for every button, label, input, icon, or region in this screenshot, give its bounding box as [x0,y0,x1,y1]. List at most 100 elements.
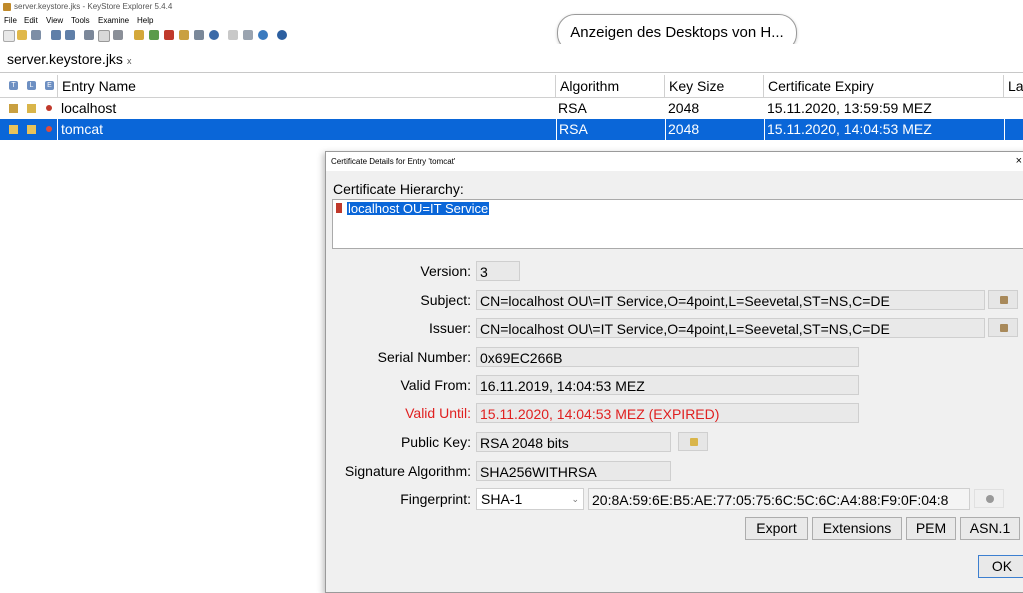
menu-edit[interactable]: Edit [24,16,38,25]
redo-icon[interactable] [65,30,75,40]
hierarchy-item-localhost[interactable]: localhost OU=IT Service [347,202,490,215]
certificate-details-dialog: Certificate Details for Entry 'tomcat' ×… [325,151,1023,593]
asn1-button[interactable]: ASN.1 [960,517,1020,540]
expiry-status-column-icon[interactable]: E [45,81,54,90]
set-password-icon[interactable] [194,30,204,40]
entry-type-column-icon[interactable]: T [9,81,18,90]
key-icon [690,438,698,446]
tab-label: server.keystore.jks [7,51,123,67]
lock-status-column-icon[interactable]: L [27,81,36,90]
certificate-icon [336,203,342,213]
details-icon [1000,296,1008,304]
view-subject-button[interactable] [988,290,1018,309]
entry-expiry: 15.11.2020, 13:59:59 MEZ [767,100,932,116]
version-field[interactable]: 3 [476,261,520,281]
keystore-tab-bar: server.keystore.jks x [0,44,1023,73]
fingerprint-algorithm-value: SHA-1 [481,491,523,507]
lock-icon [27,104,36,113]
column-certificate-expiry[interactable]: Certificate Expiry [764,75,1004,97]
new-icon[interactable] [3,30,15,42]
signature-algorithm-label: Signature Algorithm: [344,463,471,479]
expired-status-icon [46,105,52,111]
properties-icon[interactable] [209,30,219,40]
entry-algorithm: RSA [558,100,587,116]
hierarchy-label: Certificate Hierarchy: [333,181,464,197]
subject-field[interactable]: CN=localhost OU\=IT Service,O=4point,L=S… [476,290,985,310]
ok-button[interactable]: OK [978,555,1023,578]
copy-icon [986,495,994,503]
keystore-explorer-app-icon [3,3,11,11]
signature-algorithm-field[interactable]: SHA256WITHRSA [476,461,671,481]
window-title-bar: server.keystore.jks - KeyStore Explorer … [0,0,1023,15]
menu-examine[interactable]: Examine [98,16,129,25]
dialog-title: Certificate Details for Entry 'tomcat' [331,157,456,166]
menu-view[interactable]: View [46,16,63,25]
fingerprint-label: Fingerprint: [400,491,471,507]
tab-server-keystore[interactable]: server.keystore.jks x [2,48,136,73]
version-label: Version: [420,263,471,279]
serial-number-label: Serial Number: [377,349,471,365]
entry-key-size: 2048 [668,100,700,116]
valid-until-label: Valid Until: [405,405,471,421]
entries-table-header: T L E Entry Name Algorithm Key Size Cert… [0,75,1023,98]
entry-last-modified [1004,119,1023,140]
entry-name: tomcat [57,119,103,140]
issuer-field[interactable]: CN=localhost OU\=IT Service,O=4point,L=S… [476,318,985,338]
fingerprint-algorithm-select[interactable]: SHA-1 ⌄ [476,488,584,510]
entry-expiry: 15.11.2020, 14:04:53 MEZ [764,119,932,140]
menu-bar: File Edit View Tools Examine Help [0,15,1023,26]
valid-until-field[interactable]: 15.11.2020, 14:04:53 MEZ (EXPIRED) [476,403,859,423]
export-button[interactable]: Export [745,517,808,540]
valid-from-field[interactable]: 16.11.2019, 14:04:53 MEZ [476,375,859,395]
copy-fingerprint-button[interactable] [974,489,1004,508]
menu-help[interactable]: Help [137,16,153,25]
paste-icon[interactable] [113,30,123,40]
examine-ssl-icon[interactable] [258,30,268,40]
details-icon [1000,324,1008,332]
key-pair-icon [9,104,18,113]
generate-secret-key-icon[interactable] [149,30,159,40]
expired-status-icon [46,126,52,132]
toolbar [0,27,1023,45]
fingerprint-field[interactable]: 20:8A:59:6E:B5:AE:77:05:75:6C:5C:6C:A4:8… [588,488,970,510]
table-row-tomcat[interactable]: tomcat RSA 2048 15.11.2020, 14:04:53 MEZ [0,119,1023,140]
issuer-label: Issuer: [428,320,471,336]
open-icon[interactable] [17,30,27,40]
valid-from-label: Valid From: [400,377,471,393]
dialog-close-icon[interactable]: × [1016,152,1022,171]
column-entry-name[interactable]: Entry Name [57,75,556,97]
import-key-pair-icon[interactable] [179,30,189,40]
cut-icon[interactable] [84,30,94,40]
certificate-hierarchy-tree[interactable]: localhost OU=IT Service [332,199,1023,249]
pem-button[interactable]: PEM [906,517,956,540]
import-certificate-icon[interactable] [164,30,174,40]
tab-close-icon[interactable]: x [127,56,132,66]
column-algorithm[interactable]: Algorithm [556,75,665,97]
public-key-field[interactable]: RSA 2048 bits [476,432,671,452]
entry-name: localhost [61,100,117,116]
public-key-label: Public Key: [400,434,471,450]
examine-file-icon[interactable] [228,30,238,40]
menu-file[interactable]: File [4,16,17,25]
copy-icon[interactable] [98,30,110,42]
window-title: server.keystore.jks - KeyStore Explorer … [14,2,173,11]
column-last-modified[interactable]: La [1004,75,1023,97]
entry-key-size: 2048 [665,119,699,140]
undo-icon[interactable] [51,30,61,40]
key-pair-icon [9,125,18,134]
examine-clipboard-icon[interactable] [243,30,253,40]
help-icon[interactable] [277,30,287,40]
dialog-title-bar: Certificate Details for Entry 'tomcat' × [326,152,1023,171]
column-key-size[interactable]: Key Size [665,75,764,97]
menu-tools[interactable]: Tools [71,16,90,25]
subject-label: Subject: [420,292,471,308]
table-row-localhost[interactable]: localhost RSA 2048 15.11.2020, 13:59:59 … [0,98,1023,119]
chevron-down-icon: ⌄ [571,494,579,504]
serial-number-field[interactable]: 0x69EC266B [476,347,859,367]
view-public-key-button[interactable] [678,432,708,451]
lock-icon [27,125,36,134]
generate-key-pair-icon[interactable] [134,30,144,40]
extensions-button[interactable]: Extensions [812,517,902,540]
save-icon[interactable] [31,30,41,40]
view-issuer-button[interactable] [988,318,1018,337]
